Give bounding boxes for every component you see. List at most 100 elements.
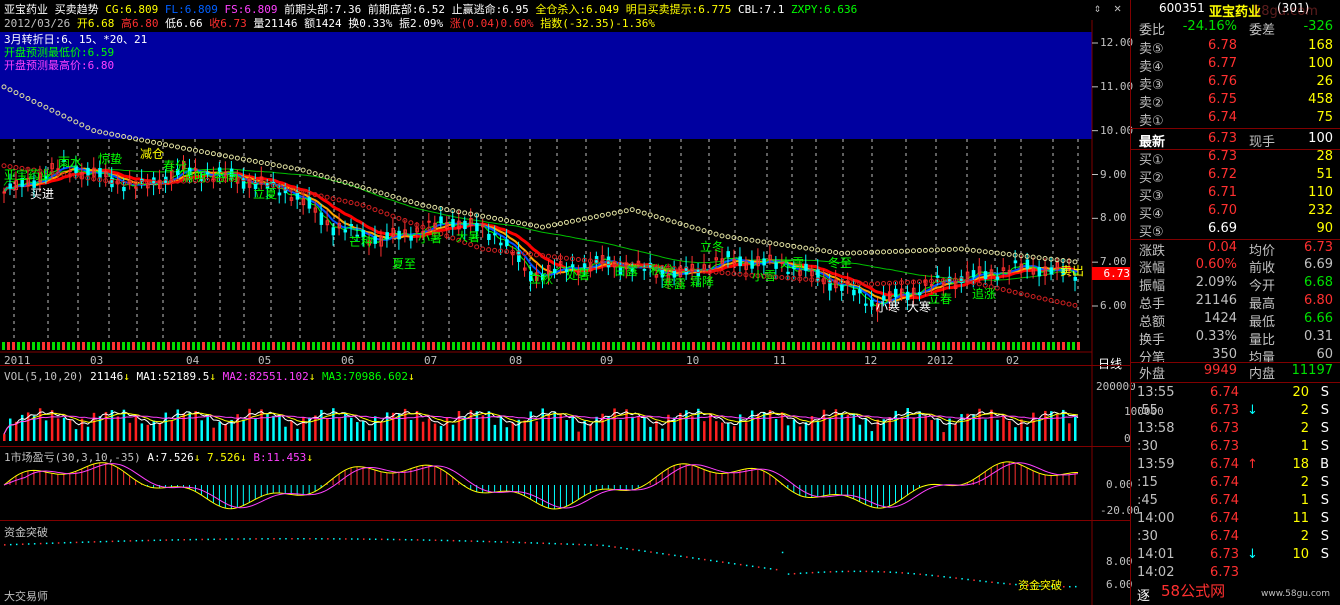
- fund-dot: [1075, 585, 1077, 588]
- signal-tick: [632, 342, 635, 350]
- volume-bar: [996, 419, 999, 441]
- signal-tick: [832, 342, 835, 350]
- fund-dot: [931, 574, 933, 577]
- volume-bar: [511, 422, 515, 441]
- chart-area[interactable]: 亚宝药业 买卖趋势 CG:6.809 FL:6.809 FS:6.809 前期头…: [0, 0, 1164, 605]
- fund-dot: [913, 573, 915, 575]
- signal-tick: [582, 342, 585, 350]
- signal-tick: [32, 342, 35, 350]
- fund-dot: [733, 563, 736, 565]
- volume-bar: [194, 411, 197, 441]
- volume-bar: [804, 422, 808, 441]
- signal-tick: [512, 342, 515, 350]
- upper-band-dot: [575, 217, 581, 223]
- bid-row-label: 买③: [1139, 189, 1164, 204]
- signal-tick: [372, 342, 375, 350]
- upper-band-dot: [222, 153, 228, 159]
- volume-bar: [691, 416, 694, 441]
- lock-icon[interactable]: ⇕: [1094, 1, 1101, 15]
- fund-dot: [345, 538, 347, 540]
- upper-band-dot: [599, 212, 605, 218]
- ask-row[interactable]: 卖③ 6.76 26: [1131, 74, 1340, 93]
- upper-band-dot: [743, 236, 749, 242]
- tick-volume: 1: [1300, 439, 1309, 454]
- header-item: ZXPY:6.636: [791, 3, 858, 16]
- lower-band-dot: [1048, 297, 1054, 303]
- forecast-zone: [0, 32, 1092, 139]
- footer-left[interactable]: 逐: [1137, 585, 1150, 604]
- ask-row[interactable]: 卖① 6.74 75: [1131, 110, 1340, 129]
- fund-dot: [368, 538, 371, 540]
- ask-row[interactable]: 卖④ 6.77 100: [1131, 56, 1340, 75]
- bid-row[interactable]: 买④ 6.70 232: [1131, 203, 1340, 222]
- signal-tick: [767, 342, 770, 350]
- ohlc-item: 额1424: [304, 17, 349, 30]
- signal-tick: [877, 342, 880, 350]
- ohlc-item: 指数(-32.35)-1.36%: [540, 17, 655, 30]
- upper-band-dot: [994, 250, 1000, 256]
- volume-bar: [954, 423, 957, 441]
- lower-band-dot: [330, 196, 336, 202]
- volume-bar: [571, 416, 574, 441]
- bid-row[interactable]: 买③ 6.71 110: [1131, 185, 1340, 204]
- volume-bar: [164, 412, 168, 441]
- divider: [0, 365, 1130, 366]
- ask-row-price: 6.75: [1208, 92, 1237, 107]
- volume-bar: [1014, 427, 1017, 441]
- upper-band-dot: [510, 219, 516, 225]
- signal-tick: [802, 342, 805, 350]
- signal-tick: [407, 342, 410, 350]
- signal-tick: [132, 342, 135, 350]
- lower-band-dot: [719, 270, 725, 276]
- volume-bar: [649, 426, 652, 441]
- volume-bar: [631, 416, 634, 441]
- upper-band-dot: [504, 218, 510, 224]
- upper-band-dot: [246, 157, 252, 163]
- ask-row-label: 卖①: [1139, 114, 1164, 129]
- signal-tick: [577, 342, 580, 350]
- signal-tick: [1052, 342, 1055, 350]
- upper-band-dot: [569, 218, 575, 224]
- signal-tick: [382, 342, 385, 350]
- fund-dot: [446, 539, 449, 542]
- waipan-label: 外盘: [1139, 367, 1166, 382]
- close-icon[interactable]: ✕: [1114, 1, 1121, 15]
- tick-price: 6.73: [1210, 403, 1239, 418]
- weibi-label: 委比: [1139, 23, 1166, 38]
- volume-bar: [475, 411, 479, 441]
- candle-body: [349, 224, 354, 227]
- bid-row[interactable]: 买② 6.72 51: [1131, 167, 1340, 186]
- candle-body: [870, 299, 874, 307]
- ask-row[interactable]: 卖⑤ 6.78 168: [1131, 38, 1340, 57]
- kline-chart-svg[interactable]: [0, 0, 1130, 605]
- signal-tick: [882, 342, 885, 350]
- signal-tick: [87, 342, 90, 350]
- ask-row[interactable]: 卖② 6.75 458: [1131, 92, 1340, 111]
- signal-tick: [1037, 342, 1040, 350]
- signal-tick: [822, 342, 825, 350]
- period-label[interactable]: 日线: [1098, 355, 1122, 372]
- ask-row-label: 卖②: [1139, 96, 1164, 111]
- fund-dot: [434, 539, 437, 542]
- fund-dot: [482, 540, 485, 543]
- fund-dot: [680, 555, 682, 558]
- signal-tick: [22, 342, 25, 350]
- tick-list[interactable]: 13:55 6.74 20 S:55 6.73 ↓ 2 S 13:58 6.73 2 S:30 6.73…: [1131, 382, 1340, 580]
- volume-bar: [206, 414, 209, 441]
- candle-body: [762, 258, 766, 266]
- upper-band-dot: [605, 211, 611, 217]
- bid-row[interactable]: 买① 6.73 28: [1131, 149, 1340, 168]
- annotation-label: 追涨: [972, 287, 997, 301]
- bid-row[interactable]: 买⑤ 6.69 90: [1131, 221, 1340, 240]
- stat-label: 总额: [1139, 315, 1166, 330]
- volume-bar: [56, 418, 60, 441]
- volume-bar: [326, 418, 329, 441]
- volume-bar: [134, 415, 138, 441]
- lower-band-dot: [1066, 301, 1072, 307]
- ohlc-item: 开6.68: [76, 17, 121, 30]
- bid-row-price: 6.71: [1208, 185, 1237, 200]
- upper-band-dot: [958, 246, 964, 252]
- volume-bar: [140, 423, 144, 441]
- volume-bar: [314, 415, 317, 441]
- upper-band-dot: [169, 143, 175, 149]
